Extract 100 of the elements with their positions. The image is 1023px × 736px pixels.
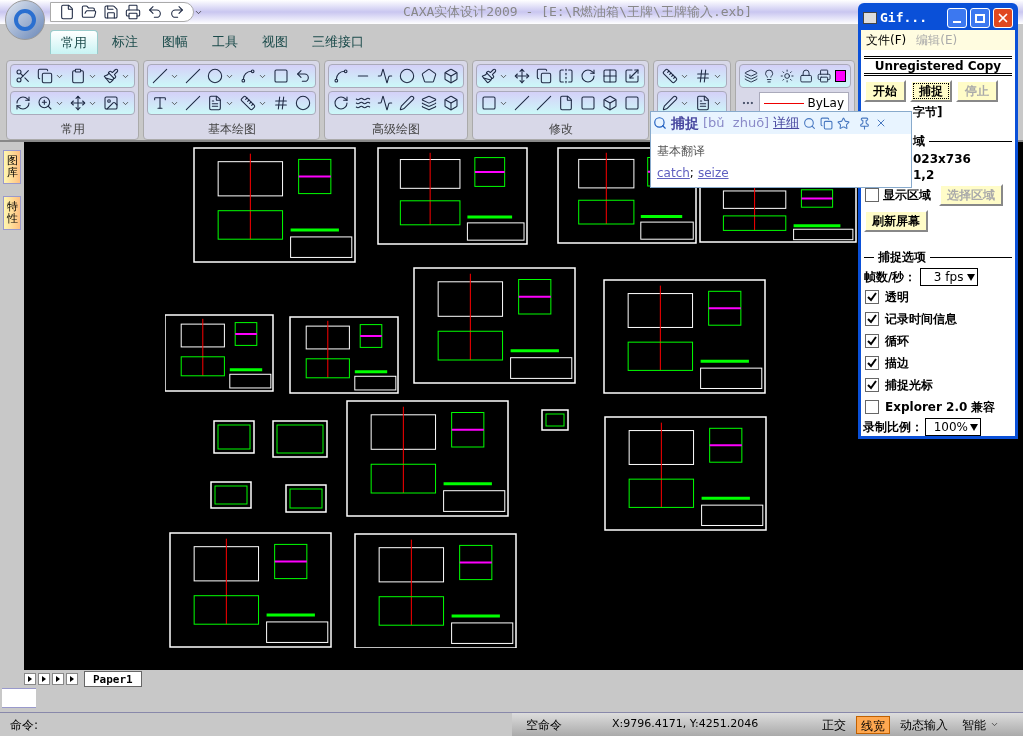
new-file-icon[interactable] xyxy=(59,4,75,20)
checkbox-label: 捕捉光标 xyxy=(885,377,933,394)
shape-icon[interactable] xyxy=(443,68,459,84)
checkbox[interactable] xyxy=(865,356,879,370)
checkbox-label: 记录时间信息 xyxy=(885,311,957,328)
checkbox-label: Explorer 2.0 兼容 xyxy=(885,399,996,416)
rotate-icon[interactable] xyxy=(580,68,596,84)
status-toggle[interactable]: 智能 xyxy=(958,715,990,734)
undo-icon[interactable] xyxy=(147,4,163,20)
sheet-tab[interactable]: Paper1 xyxy=(84,671,142,687)
fps-dropdown[interactable]: 3 fps xyxy=(920,268,979,286)
layers-icon[interactable] xyxy=(744,68,759,84)
checkbox[interactable] xyxy=(865,378,879,392)
separator: ; xyxy=(689,165,695,182)
move-icon[interactable] xyxy=(70,95,86,111)
side-tab[interactable]: 图库 xyxy=(3,150,21,185)
folder-icon[interactable] xyxy=(81,4,97,20)
color-swatch[interactable] xyxy=(835,70,846,82)
circle-icon[interactable] xyxy=(207,68,223,84)
checkbox-label: 描边 xyxy=(885,355,909,372)
pentagon-icon[interactable] xyxy=(421,68,437,84)
checkbox[interactable] xyxy=(865,312,879,326)
ribbon-tab[interactable]: 视图 xyxy=(252,30,298,54)
array-icon[interactable] xyxy=(602,68,618,84)
break-line-icon[interactable] xyxy=(377,95,393,111)
caret-icon[interactable] xyxy=(990,720,999,729)
line-icon[interactable] xyxy=(152,68,168,84)
lock-icon[interactable] xyxy=(798,68,813,84)
save-icon[interactable] xyxy=(103,4,119,20)
printer-icon[interactable] xyxy=(125,4,141,20)
translation-link[interactable]: seize xyxy=(697,164,729,182)
capture-control-button[interactable]: 捕捉 xyxy=(910,80,952,102)
checkbox[interactable] xyxy=(865,290,879,304)
zoom-icon[interactable] xyxy=(37,95,53,111)
sun-icon[interactable] xyxy=(780,68,795,84)
translation-link[interactable]: catch xyxy=(657,164,690,182)
linetype-field[interactable]: ByLay xyxy=(758,92,849,114)
checkbox[interactable] xyxy=(865,400,879,414)
details-link[interactable]: 详细 xyxy=(773,113,800,133)
last-sheet-icon[interactable] xyxy=(66,673,78,685)
ribbon-tab[interactable]: 工具 xyxy=(202,30,248,54)
copy-icon[interactable] xyxy=(37,68,53,84)
move-icon[interactable] xyxy=(514,68,530,84)
check-icon xyxy=(867,292,877,302)
checkbox-label: 显示区域 xyxy=(883,187,931,204)
check-icon xyxy=(867,314,877,324)
fps-label: 帧数/秒： xyxy=(864,269,917,286)
printer-icon[interactable] xyxy=(816,68,832,84)
star-icon[interactable] xyxy=(837,116,851,130)
rotate-icon[interactable] xyxy=(333,95,349,111)
ribbon-tab[interactable]: 三维接口 xyxy=(302,30,374,54)
side-tab[interactable]: 特性 xyxy=(3,196,21,231)
group-label: 基本绘图 xyxy=(206,121,257,138)
next-sheet-icon[interactable] xyxy=(52,673,64,685)
ribbon-tab[interactable]: 图幅 xyxy=(152,30,198,54)
spline-icon[interactable] xyxy=(333,68,349,84)
pin-icon[interactable] xyxy=(858,116,872,130)
ellipse-icon[interactable] xyxy=(399,68,415,84)
status-toggle[interactable]: 动态输入 xyxy=(896,715,952,734)
brush-icon[interactable] xyxy=(103,68,119,84)
redo-icon[interactable] xyxy=(169,4,185,20)
rectangle-icon[interactable] xyxy=(273,68,289,84)
clipboard-icon[interactable] xyxy=(70,68,86,84)
checkbox-label: 透明 xyxy=(885,289,909,306)
section-heading: 捕捉选项 xyxy=(878,249,926,266)
dimension-icon[interactable] xyxy=(662,68,678,84)
circle-icon[interactable] xyxy=(295,95,311,111)
check-icon xyxy=(867,358,877,368)
checkbox[interactable] xyxy=(865,334,879,348)
scale-dropdown[interactable]: 100% xyxy=(925,418,981,436)
ribbon-tab[interactable]: 常用 xyxy=(50,30,98,54)
check-icon xyxy=(867,380,877,390)
menu-item[interactable]: 文件(F) xyxy=(866,31,907,49)
region-origin-text: 1,2 xyxy=(912,167,936,182)
dictionary-logo-icon xyxy=(653,116,667,130)
picture-icon[interactable] xyxy=(103,95,119,111)
refresh-screen-button[interactable]: 刷新屏幕 xyxy=(864,210,928,232)
status-toggle[interactable]: 正交 xyxy=(818,715,850,734)
check-icon xyxy=(867,336,877,346)
scissors-icon[interactable] xyxy=(15,68,31,84)
search-icon[interactable] xyxy=(803,116,817,130)
wave-icon[interactable] xyxy=(355,95,371,111)
text-icon[interactable] xyxy=(152,95,168,111)
command-history xyxy=(2,688,36,708)
refresh-icon[interactable] xyxy=(15,95,31,111)
status-toggle[interactable]: 线宽 xyxy=(856,715,890,734)
section-heading: 域 xyxy=(913,133,925,150)
copy-icon[interactable] xyxy=(536,68,552,84)
group-label: 常用 xyxy=(59,121,86,138)
checkbox[interactable] xyxy=(865,188,879,202)
maximize-button[interactable] xyxy=(970,8,990,28)
app-logo-icon[interactable] xyxy=(5,0,45,40)
arc-icon[interactable] xyxy=(240,68,256,84)
size-text: 字节] xyxy=(913,104,943,121)
unregistered-copy-label: Unregistered Copy xyxy=(874,58,1002,75)
command-prompt: 命令: xyxy=(9,716,40,734)
capture-control-button[interactable]: 开始 xyxy=(864,80,906,102)
minimize-button[interactable] xyxy=(947,8,967,28)
ribbon-tab[interactable]: 标注 xyxy=(102,30,148,54)
mirror-icon[interactable] xyxy=(558,68,574,84)
